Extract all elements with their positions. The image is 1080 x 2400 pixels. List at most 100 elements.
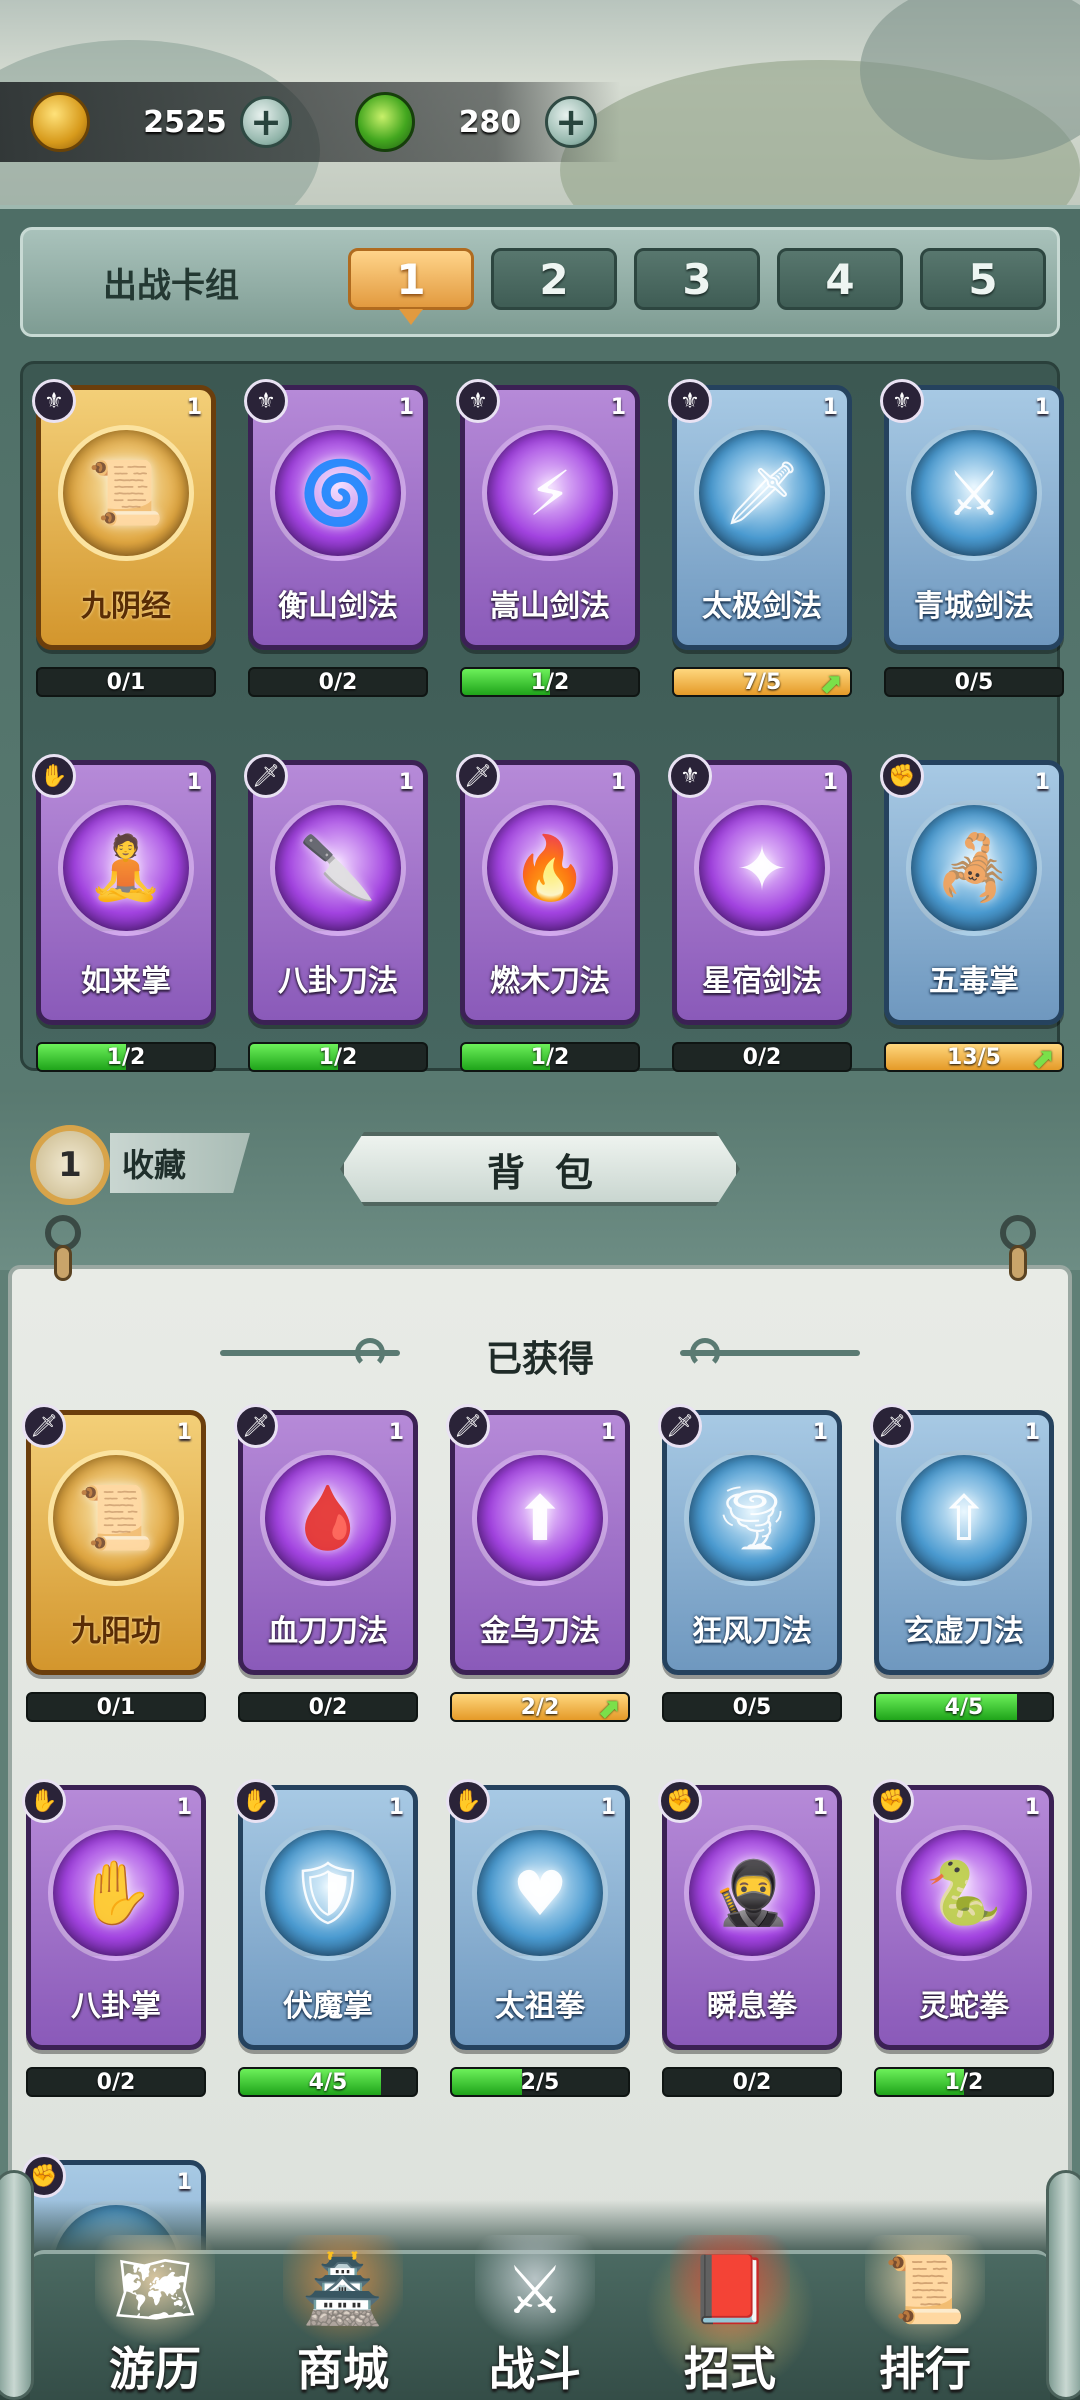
fist-icon: ✊ xyxy=(870,1779,914,1823)
progress-text: 2/5 xyxy=(520,2069,560,2095)
card-level: 1 xyxy=(398,395,414,420)
card-progress-bar: 0/2 xyxy=(238,1692,418,1722)
deck-tab-1[interactable]: 1 xyxy=(348,248,474,325)
favorites-button[interactable]: 收藏 xyxy=(110,1133,250,1193)
skill-card[interactable]: 🔪 🗡 1 八卦刀法 xyxy=(244,754,428,1025)
sword-crest-icon: ⚜ xyxy=(456,379,500,423)
card-level: 1 xyxy=(186,395,202,420)
skill-card[interactable]: 🌀 ⚜ 1 衡山剑法 xyxy=(244,379,428,650)
jade-counter: 280 + xyxy=(355,92,597,152)
coin-counter: 2525 + xyxy=(30,92,292,152)
card-art-icon: ✦ xyxy=(736,831,788,905)
card-progress-bar: 13/5 ⬈ xyxy=(884,1042,1064,1072)
jade-gem-icon xyxy=(355,92,415,152)
card-name: 八卦刀法 xyxy=(278,964,398,999)
skill-card[interactable]: ✦ ⚜ 1 星宿剑法 xyxy=(668,754,852,1025)
card-name: 燃木刀法 xyxy=(490,964,610,999)
nav-label: 排行 xyxy=(879,2342,971,2396)
card-art-icon: ⚡ xyxy=(528,456,572,530)
deck-tab-3[interactable]: 3 xyxy=(634,248,760,310)
card-name: 玄虚刀法 xyxy=(904,1614,1024,1649)
card-art-icon: 🧘 xyxy=(87,831,165,904)
progress-text: 1/2 xyxy=(944,2069,984,2095)
card-progress-bar: 0/1 xyxy=(36,667,216,697)
add-coins-button[interactable]: + xyxy=(240,96,292,148)
blade-icon: 🗡 xyxy=(870,1404,914,1448)
skill-card[interactable]: 🥷 ✊ 1 瞬息拳 xyxy=(658,1779,842,2050)
progress-text: 1/2 xyxy=(106,1044,146,1070)
progress-text: 1/2 xyxy=(530,1044,570,1070)
skill-card[interactable]: ✋ ✋ 1 八卦掌 xyxy=(22,1779,206,2050)
skill-card[interactable]: ⬆ 🗡 1 金乌刀法 xyxy=(446,1404,630,1675)
scroll-post-left xyxy=(0,2170,34,2400)
skill-card[interactable]: ⚡ ⚜ 1 嵩山剑法 xyxy=(456,379,640,650)
card-name: 血刀刀法 xyxy=(268,1614,388,1649)
scroll-post-right xyxy=(1046,2170,1080,2400)
card-name: 瞬息拳 xyxy=(707,1989,797,2024)
card-name: 八卦掌 xyxy=(71,1989,161,2024)
card-art-icon: ⚔ xyxy=(946,456,1002,530)
progress-text: 1/2 xyxy=(530,669,570,695)
skill-card[interactable]: 🗡 ⚜ 1 太极剑法 xyxy=(668,379,852,650)
card-level: 1 xyxy=(812,1420,828,1445)
hanging-hook-right xyxy=(1000,1215,1036,1285)
skill-card[interactable]: 🩸 🗡 1 血刀刀法 xyxy=(234,1404,418,1675)
skill-card[interactable]: 🦂 ✊ 1 五毒掌 xyxy=(880,754,1064,1025)
card-progress-bar: 1/2 xyxy=(874,2067,1054,2097)
deck-tab-2[interactable]: 2 xyxy=(491,248,617,310)
card-progress-bar: 0/5 xyxy=(884,667,1064,697)
skill-card[interactable]: ♥ ✋ 1 太祖拳 xyxy=(446,1779,630,2050)
card-art-icon: 🗡 xyxy=(722,456,802,529)
card-progress-bar: 0/2 xyxy=(662,2067,842,2097)
skill-card[interactable]: 🐍 ✊ 1 灵蛇拳 xyxy=(870,1779,1054,2050)
progress-text: 0/1 xyxy=(106,669,146,695)
card-name: 如来掌 xyxy=(81,964,171,999)
card-level: 1 xyxy=(822,395,838,420)
card-level: 1 xyxy=(1034,395,1050,420)
ranking-scroll-icon: 📜 xyxy=(883,2251,967,2328)
nav-tab-3[interactable]: 📕 招式 xyxy=(635,2225,825,2400)
card-level: 1 xyxy=(812,1795,828,1820)
nav-label: 战斗 xyxy=(489,2342,581,2396)
favorites-count-badge[interactable]: 1 xyxy=(30,1125,110,1205)
deck-tab-4[interactable]: 4 xyxy=(777,248,903,310)
blade-icon: 🗡 xyxy=(234,1404,278,1448)
card-art-icon: 🔥 xyxy=(511,831,589,904)
add-jade-button[interactable]: + xyxy=(545,96,597,148)
skill-card[interactable]: 🔥 🗡 1 燃木刀法 xyxy=(456,754,640,1025)
skill-card[interactable]: 📜 🗡 1 九阳功 xyxy=(22,1404,206,1675)
progress-text: 0/2 xyxy=(308,1694,348,1720)
card-level: 1 xyxy=(610,395,626,420)
sword-crest-icon: ⚜ xyxy=(668,754,712,798)
backpack-button[interactable]: 背包 xyxy=(340,1132,740,1206)
nav-tab-0[interactable]: 🗺 游历 xyxy=(60,2225,250,2400)
sword-crest-icon: ⚜ xyxy=(668,379,712,423)
palm-icon: ✋ xyxy=(22,1779,66,1823)
card-art-icon: ✋ xyxy=(77,1856,155,1929)
nav-tab-4[interactable]: 📜 排行 xyxy=(830,2225,1020,2400)
skill-card[interactable]: 🌪 🗡 1 狂风刀法 xyxy=(658,1404,842,1675)
skill-card[interactable]: 🛡 ✋ 1 伏魔掌 xyxy=(234,1779,418,2050)
card-name: 灵蛇拳 xyxy=(919,1989,1009,2024)
card-art-icon: ⬆ xyxy=(514,1481,566,1555)
fist-icon: ✊ xyxy=(658,1779,702,1823)
skill-card[interactable]: ⇧ 🗡 1 玄虚刀法 xyxy=(870,1404,1054,1675)
nav-label: 游历 xyxy=(109,2342,201,2396)
card-progress-bar: 4/5 xyxy=(238,2067,418,2097)
card-art-icon: 🌀 xyxy=(299,456,377,529)
skill-card[interactable]: 🧘 ✋ 1 如来掌 xyxy=(32,754,216,1025)
skill-card[interactable]: 📜 ⚜ 1 九阴经 xyxy=(32,379,216,650)
palm-icon: ✋ xyxy=(446,1779,490,1823)
progress-text: 1/2 xyxy=(318,1044,358,1070)
card-art-icon: 🔪 xyxy=(299,831,377,904)
nav-tab-1[interactable]: 🏯 商城 xyxy=(248,2225,438,2400)
card-art-icon: 🦂 xyxy=(935,831,1013,904)
nav-tab-2[interactable]: ⚔ 战斗 xyxy=(440,2225,630,2400)
card-progress-bar: 0/2 xyxy=(26,2067,206,2097)
deck-tab-5[interactable]: 5 xyxy=(920,248,1046,310)
card-progress-bar: 1/2 xyxy=(36,1042,216,1072)
deck-header: 出战卡组 1 2 3 4 5 xyxy=(20,227,1060,337)
card-progress-bar: 1/2 xyxy=(460,1042,640,1072)
card-art-icon: 🛡 xyxy=(288,1856,368,1929)
skill-card[interactable]: ⚔ ⚜ 1 青城剑法 xyxy=(880,379,1064,650)
